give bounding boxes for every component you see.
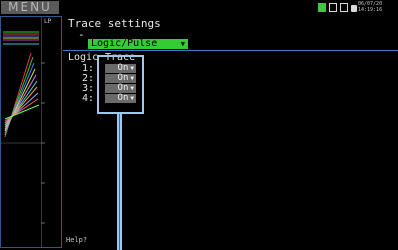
waveform-traces [1,31,45,224]
screen-icon [340,3,348,12]
battery-icon [318,3,326,12]
logic-row-label: 4: [82,93,95,104]
time-text: 14:19:16 [358,7,383,13]
mode-select[interactable]: Logic/Pulse ▼ [88,39,188,49]
menu-button[interactable]: MENU [1,1,59,14]
datetime-display: 06/07/20 14:19:16 [358,1,382,13]
memory-icon [329,3,337,12]
top-bar: MENU 06/07/20 14:19:16 [0,0,398,15]
mode-prefix: - [78,28,85,41]
mode-select-value: Logic/Pulse [91,38,158,49]
help-text: Help? [66,236,88,244]
column-header-logic: Logic [68,52,99,63]
callout-highlight-box [97,55,144,114]
waveform-preview-panel: LP [0,16,62,248]
device-screen: MENU 06/07/20 14:19:16 LP Trace settings… [0,0,398,250]
chevron-down-icon: ▼ [180,40,185,48]
lock-icon [351,5,357,12]
status-icons [318,3,357,13]
section-separator [63,50,398,51]
callout-line-core [119,114,120,250]
